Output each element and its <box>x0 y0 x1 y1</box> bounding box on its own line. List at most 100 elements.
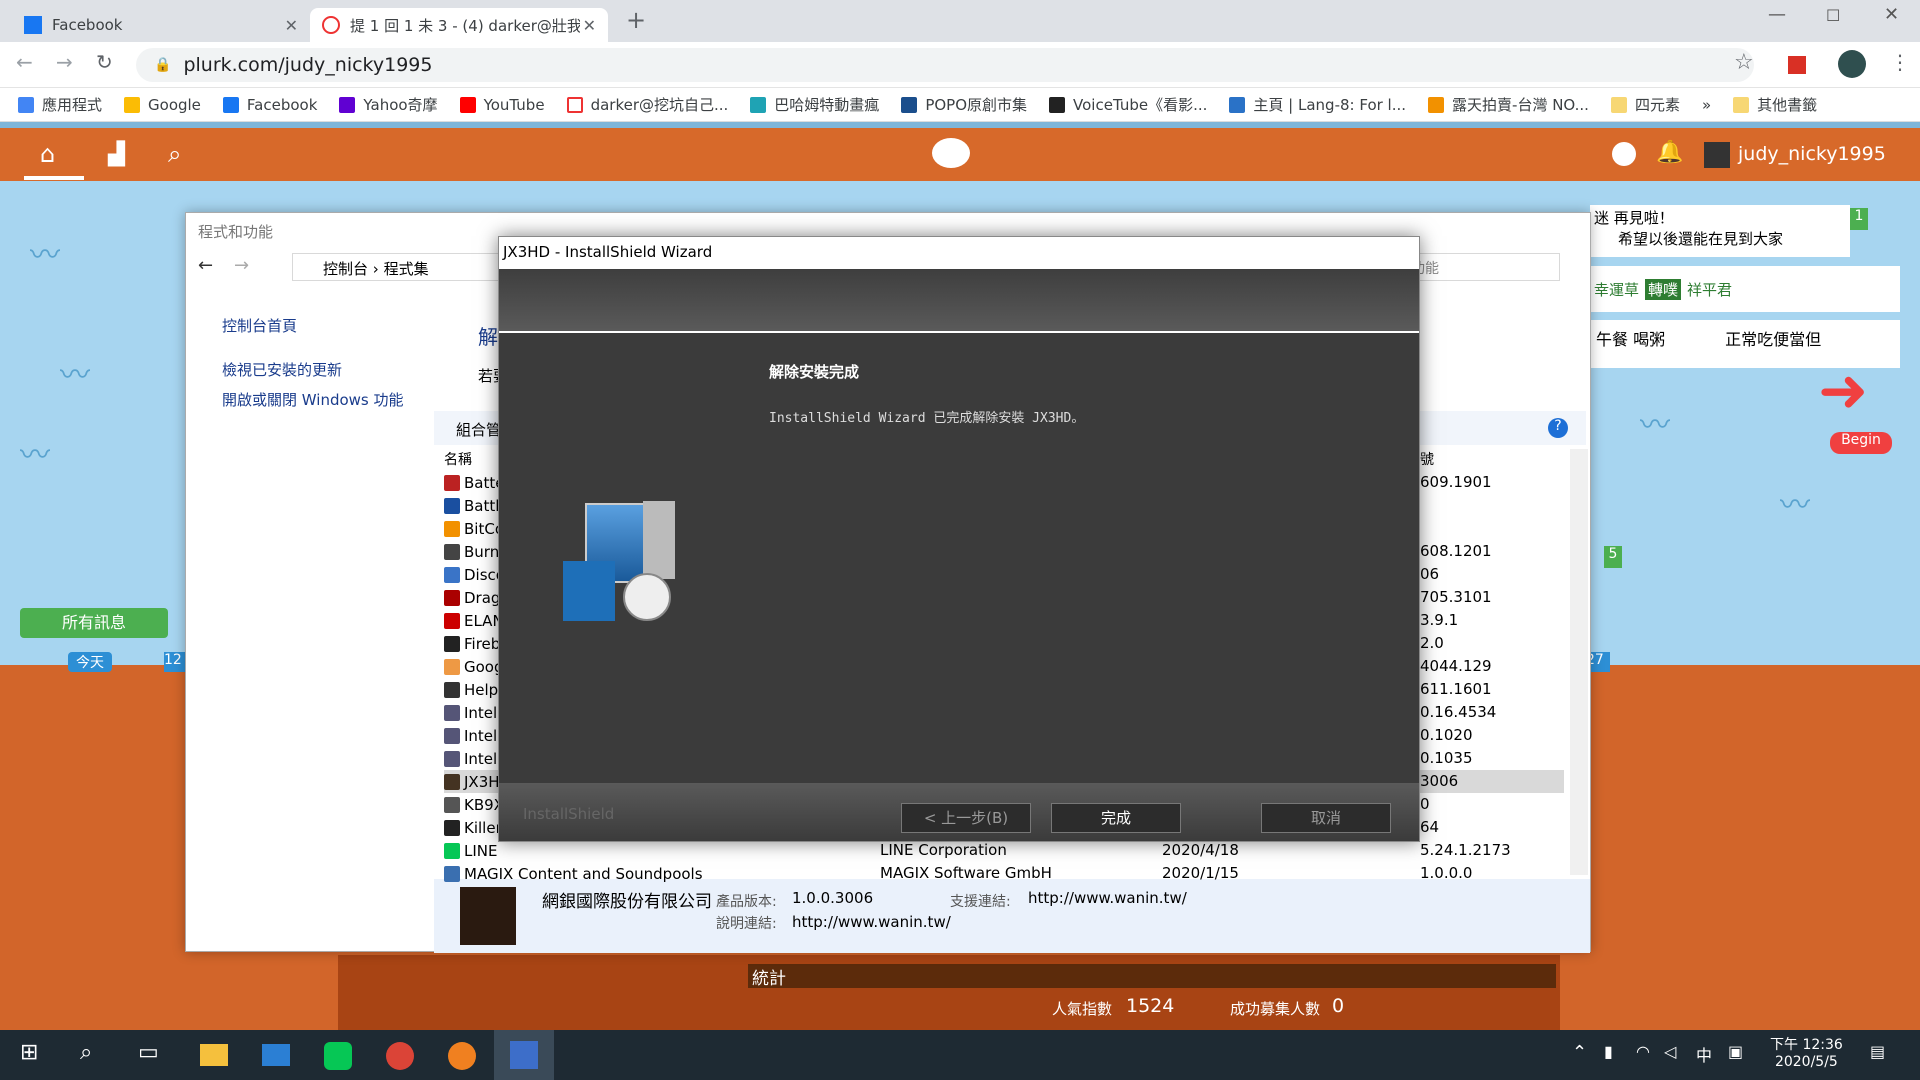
all-messages-button[interactable]: 所有訊息 <box>20 608 168 638</box>
address-bar[interactable]: 🔒 plurk.com/judy_nicky1995 <box>136 48 1754 82</box>
installer-taskbar-button[interactable] <box>494 1030 554 1080</box>
bookmark-google[interactable]: Google <box>124 96 201 114</box>
view-updates-link[interactable]: 檢視已安裝的更新 <box>222 359 342 380</box>
column-header-version[interactable]: 號 <box>1420 449 1434 469</box>
app-icon[interactable] <box>448 1042 476 1070</box>
cancel-button[interactable]: 取消 <box>1261 803 1391 833</box>
ime-indicator[interactable]: 中 <box>1696 1042 1712 1066</box>
wifi-icon[interactable]: ◠ <box>1636 1042 1650 1061</box>
table-row[interactable]: Disco <box>444 563 505 586</box>
begin-button[interactable]: Begin <box>1830 432 1892 454</box>
bookmark-folder[interactable]: 四元素 <box>1610 94 1680 115</box>
bookmark-voicetube[interactable]: VoiceTube《看影... <box>1049 94 1207 115</box>
control-panel-icon[interactable] <box>262 1044 290 1066</box>
bookmark-facebook[interactable]: Facebook <box>222 96 317 114</box>
support-link[interactable]: http://www.wanin.tw/ <box>1028 889 1187 907</box>
notification-icon[interactable]: ▤ <box>1870 1042 1885 1061</box>
table-row[interactable]: Killer <box>444 816 502 839</box>
plurk-bubble[interactable]: 幸運草 轉噗 祥平君 <box>1590 266 1900 312</box>
table-row[interactable]: MAGIX Content and Soundpools <box>444 862 703 885</box>
table-row[interactable]: KB9X <box>444 793 504 816</box>
table-row[interactable]: Intel( <box>444 724 503 747</box>
avatar[interactable] <box>1704 142 1730 168</box>
table-row[interactable]: BitCo <box>444 517 504 540</box>
table-row[interactable]: ELAN <box>444 609 504 632</box>
home-icon[interactable]: ⌂ <box>40 140 55 168</box>
table-row[interactable]: Batte <box>444 471 504 494</box>
program-name: Fireb <box>464 634 501 653</box>
windows-start-icon[interactable]: ⊞ <box>20 1040 38 1065</box>
maximize-button[interactable]: ☐ <box>1826 6 1840 25</box>
more-bookmarks-button[interactable]: » <box>1702 96 1711 114</box>
clock[interactable]: 下午 12:36 2020/5/5 <box>1770 1034 1843 1070</box>
bookmark-ruten[interactable]: 露天拍賣-台灣 NO... <box>1428 94 1589 115</box>
windows-features-link[interactable]: 開啟或關閉 Windows 功能 <box>222 389 404 410</box>
bookmark-youtube[interactable]: YouTube <box>459 96 545 114</box>
bookmark-apps[interactable]: 應用程式 <box>18 94 102 115</box>
bookmark-plurk[interactable]: darker@挖坑自己... <box>566 94 728 115</box>
compass-icon[interactable] <box>1612 142 1636 166</box>
bookmark-popo[interactable]: POPO原創市集 <box>901 94 1027 115</box>
program-name: MAGIX Content and Soundpools <box>464 864 703 883</box>
avatar[interactable] <box>1838 50 1866 78</box>
table-row[interactable]: Intel( <box>444 747 503 770</box>
close-window-button[interactable]: ✕ <box>1884 4 1899 25</box>
arrow-right-icon[interactable]: ➜ <box>1818 356 1868 426</box>
username[interactable]: judy_nicky1995 <box>1738 143 1886 165</box>
plurk-bubble[interactable]: 迷 再見啦！ 希望以後還能在見到大家 <box>1590 205 1850 257</box>
program-date: 2020/4/18 <box>1162 841 1239 859</box>
wave-decoration: 〰 <box>1640 408 1670 443</box>
program-icon <box>444 681 460 698</box>
bell-icon[interactable]: 🔔 <box>1656 140 1683 165</box>
reload-button[interactable]: ↻ <box>96 50 113 74</box>
minimize-button[interactable]: — <box>1768 4 1786 25</box>
table-row[interactable]: Fireb <box>444 632 500 655</box>
table-row[interactable]: LINE <box>444 839 497 862</box>
close-icon[interactable]: ✕ <box>285 16 298 35</box>
bookmark-lang8[interactable]: 主頁 | Lang-8: For l... <box>1229 94 1406 115</box>
forward-button[interactable]: → <box>56 50 73 74</box>
control-panel-home-link[interactable]: 控制台首頁 <box>222 315 297 336</box>
search-icon[interactable]: ⌕ <box>168 140 181 168</box>
file-explorer-icon[interactable] <box>200 1044 228 1066</box>
volume-icon[interactable]: ◁ <box>1664 1042 1676 1061</box>
back-button[interactable]: ← <box>16 50 33 74</box>
bookmark-star-icon[interactable]: ☆ <box>1734 50 1754 75</box>
line-icon[interactable] <box>324 1042 352 1070</box>
bookmark-yahoo[interactable]: Yahoo奇摩 <box>339 94 438 115</box>
search-icon[interactable]: ⌕ <box>80 1040 92 1065</box>
stats-title: 統計 <box>748 964 1556 989</box>
plurk-logo[interactable] <box>932 138 970 168</box>
back-button[interactable]: ← <box>198 255 213 276</box>
help-link[interactable]: http://www.wanin.tw/ <box>792 913 951 931</box>
chevron-up-icon[interactable]: ⌃ <box>1572 1042 1587 1063</box>
search-input[interactable]: 功能 <box>1406 253 1560 281</box>
extension-icon[interactable] <box>1788 56 1806 74</box>
bookmark-bahamut[interactable]: 巴哈姆特動畫瘋 <box>750 94 879 115</box>
program-version: 0.1020 <box>1420 726 1473 744</box>
help-icon[interactable]: ? <box>1548 418 1568 438</box>
new-tab-button[interactable]: + <box>626 6 646 34</box>
program-icon <box>444 566 460 583</box>
table-row[interactable]: Goog <box>444 655 504 678</box>
ime-mode-icon[interactable]: ▣ <box>1728 1042 1743 1061</box>
task-view-icon[interactable]: ▭ <box>138 1040 159 1065</box>
stats-icon[interactable]: ▟ <box>108 142 125 167</box>
table-row[interactable]: Help <box>444 678 498 701</box>
tab-facebook[interactable]: Facebook ✕ <box>12 8 310 42</box>
finish-button[interactable]: 完成 <box>1051 803 1181 833</box>
tab-plurk[interactable]: 提 1 回 1 未 3 - (4) darker@壯我 ✕ <box>310 8 608 42</box>
menu-icon[interactable]: ⋮ <box>1890 50 1910 74</box>
back-button[interactable]: < 上一步(B) <box>901 803 1031 833</box>
table-row[interactable]: Burn <box>444 540 499 563</box>
forward-button[interactable]: → <box>234 255 249 276</box>
battery-icon[interactable]: ▮ <box>1604 1042 1613 1061</box>
table-row[interactable]: Drag <box>444 586 500 609</box>
scrollbar[interactable] <box>1570 449 1588 875</box>
column-header-name[interactable]: 名稱 <box>444 449 472 469</box>
table-row[interactable]: Intel( <box>444 701 503 724</box>
bookmark-other[interactable]: 其他書籤 <box>1733 94 1817 115</box>
close-icon[interactable]: ✕ <box>583 16 596 35</box>
program-version: 609.1901 <box>1420 473 1492 491</box>
chrome-icon[interactable] <box>386 1042 414 1070</box>
